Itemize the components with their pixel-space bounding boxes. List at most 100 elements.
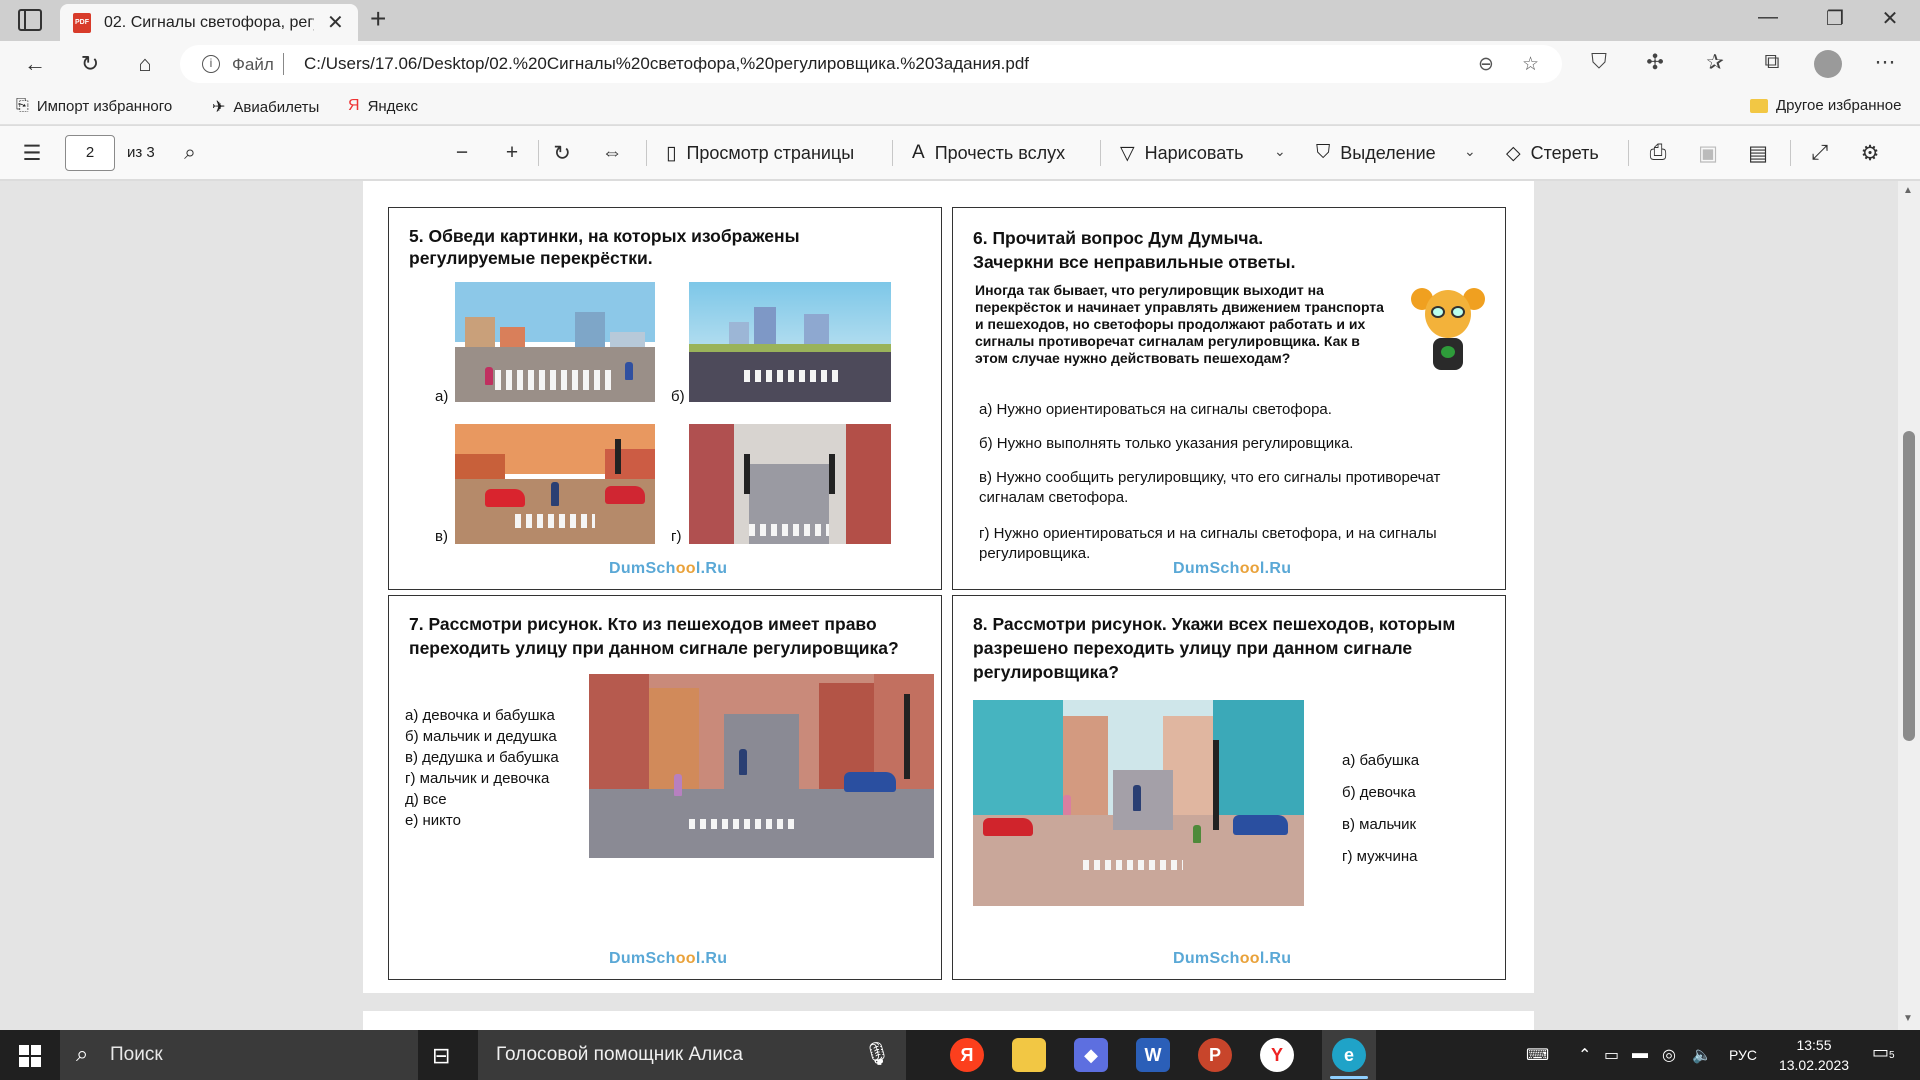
crossroad-illustration-v	[455, 424, 655, 544]
task6-question: Иногда так бывает, что регулировщик выхо…	[975, 282, 1384, 366]
task7-title-line2: переходить улицу при данном сигнале регу…	[409, 638, 899, 658]
draw-button[interactable]: ▽ Нарисовать	[1120, 142, 1244, 165]
toolbar-divider	[1100, 140, 1101, 166]
pen-icon: ▽	[1120, 143, 1135, 164]
profile-avatar[interactable]	[1814, 50, 1842, 78]
favorite-label: Авиабилеты	[233, 98, 320, 116]
read-aloud-button[interactable]: A Прочесть вслух	[912, 142, 1065, 164]
toolbar-divider	[646, 140, 647, 166]
notifications-icon[interactable]: ▭5	[1872, 1042, 1895, 1063]
clock[interactable]: 13:55 13.02.2023	[1774, 1035, 1854, 1075]
scroll-up-icon[interactable]: ▲	[1903, 185, 1913, 196]
pdf-page: 5. Обведи картинки, на которых изображен…	[363, 181, 1534, 993]
taskbar-search[interactable]: ⌕ Поиск	[60, 1030, 418, 1080]
yandex-browser-icon[interactable]: Я	[950, 1038, 984, 1072]
settings-icon[interactable]: ⚙	[1856, 141, 1884, 166]
save-icon[interactable]: ▣	[1694, 141, 1722, 166]
edge-icon[interactable]: e	[1332, 1038, 1366, 1072]
minimize-button[interactable]: —	[1748, 6, 1788, 29]
bing-chat-icon[interactable]: ◆	[1074, 1038, 1108, 1072]
crossroad-illustration-g	[689, 424, 891, 544]
airplane-icon: ✈	[212, 99, 226, 116]
page-view-icon: ▯	[666, 143, 677, 164]
rotate-icon[interactable]: ↻	[548, 141, 576, 166]
task7-answer: д) все	[405, 791, 447, 808]
start-button[interactable]	[19, 1045, 41, 1067]
file-explorer-icon[interactable]	[1012, 1038, 1046, 1072]
zoom-icon[interactable]: ⊖	[1478, 53, 1494, 76]
restore-button[interactable]: ❐	[1815, 6, 1855, 31]
highlight-button[interactable]: ⛉ Выделение	[1316, 142, 1436, 164]
zoom-in-icon[interactable]: +	[498, 141, 526, 165]
task8-answer: б) девочка	[1342, 784, 1416, 801]
vertical-scrollbar[interactable]: ▲ ▼	[1898, 181, 1920, 1030]
clock-time: 13:55	[1796, 1037, 1832, 1053]
task-view-icon[interactable]: ⊟	[432, 1043, 450, 1069]
favorite-import[interactable]: ⎘ Импорт избранного	[16, 97, 172, 115]
task8-answer: г) мужчина	[1342, 848, 1418, 865]
favorite-aviabilety[interactable]: ✈ Авиабилеты	[212, 97, 319, 117]
tab-active[interactable]: PDF 02. Сигналы светофора, регулир ✕	[60, 4, 358, 41]
refresh-button[interactable]: ↻	[75, 51, 105, 77]
page-number-input[interactable]: 2	[65, 135, 115, 171]
collections-icon[interactable]: ⧉	[1757, 50, 1787, 74]
erase-button[interactable]: ◇ Стереть	[1506, 142, 1599, 165]
close-tab-icon[interactable]: ✕	[327, 10, 344, 35]
word-icon[interactable]: W	[1136, 1038, 1170, 1072]
read-aloud-icon: A	[912, 142, 925, 163]
address-bar[interactable]: i Файл C:/Users/17.06/Desktop/02.%20Сигн…	[180, 45, 1562, 83]
url-text[interactable]: C:/Users/17.06/Desktop/02.%20Сигналы%20с…	[304, 54, 1029, 74]
fit-page-icon[interactable]: ⇔	[598, 141, 626, 165]
volume-icon[interactable]: 🔈	[1692, 1045, 1712, 1065]
keyboard-icon[interactable]: ⌨	[1526, 1045, 1549, 1065]
toolbar-divider	[1628, 140, 1629, 166]
pedestrians-crossing-illustration	[973, 700, 1304, 906]
navigation-bar: ← ↻ ⌂ i Файл C:/Users/17.06/Desktop/02.%…	[0, 41, 1920, 89]
chevron-down-icon[interactable]: ⌄	[1274, 143, 1286, 160]
info-icon[interactable]: i	[202, 55, 220, 73]
back-button[interactable]: ←	[20, 51, 50, 77]
yandex-icon[interactable]: Y	[1260, 1038, 1294, 1072]
new-tab-button[interactable]: +	[370, 4, 386, 34]
scheme-label: Файл	[232, 55, 274, 74]
task8-title-line1: 8. Рассмотри рисунок. Укажи всех пешеход…	[973, 614, 1456, 634]
powerpoint-icon[interactable]: P	[1198, 1038, 1232, 1072]
shield-icon[interactable]: ⛉	[1584, 50, 1614, 74]
task8-answer: в) мальчик	[1342, 816, 1417, 833]
contents-icon[interactable]: ☰	[18, 141, 46, 166]
task6-answer-a: а) Нужно ориентироваться на сигналы свет…	[979, 401, 1332, 418]
task5-cell: 5. Обведи картинки, на которых изображен…	[388, 207, 942, 590]
scroll-down-icon[interactable]: ▼	[1903, 1013, 1913, 1024]
language-indicator[interactable]: РУС	[1729, 1047, 1757, 1063]
task8-title-line3: регулировщика?	[973, 662, 1119, 682]
page-view-button[interactable]: ▯ Просмотр страницы	[666, 142, 854, 165]
add-favorite-icon[interactable]: ☆	[1522, 53, 1539, 76]
device-icon[interactable]: ▭	[1604, 1045, 1619, 1065]
save-as-icon[interactable]: ▤	[1744, 141, 1772, 166]
search-placeholder: Поиск	[110, 1044, 163, 1065]
favorites-icon[interactable]: ✰	[1700, 50, 1730, 75]
more-menu-icon[interactable]: ⋯	[1870, 50, 1900, 75]
search-icon[interactable]: ⌕	[176, 141, 204, 165]
assistant-label: Голосовой помощник Алиса	[496, 1044, 743, 1065]
task8-title-line2: разрешено переходить улицу при данном си…	[973, 638, 1413, 658]
zoom-out-icon[interactable]: −	[448, 141, 476, 165]
chevron-up-icon[interactable]: ⌃	[1578, 1045, 1591, 1065]
network-icon[interactable]: ◎	[1662, 1045, 1676, 1065]
other-favorites[interactable]: Другое избранное	[1750, 97, 1901, 114]
home-button[interactable]: ⌂	[130, 51, 160, 77]
document-viewport[interactable]: 5. Обведи картинки, на которых изображен…	[0, 181, 1898, 1030]
close-window-button[interactable]: ✕	[1870, 6, 1910, 31]
alice-assistant[interactable]: Голосовой помощник Алиса 🎙	[478, 1030, 906, 1080]
print-icon[interactable]: ⎙	[1644, 141, 1672, 165]
tab-actions-icon[interactable]	[18, 9, 42, 31]
tab-title: 02. Сигналы светофора, регулир	[104, 14, 314, 31]
fullscreen-icon[interactable]: ⤢	[1806, 141, 1834, 165]
microphone-icon[interactable]: 🎙	[863, 1041, 891, 1067]
favorite-yandex[interactable]: Я Яндекс	[348, 97, 418, 115]
dumschool-logo: DumSchool.Ru	[1173, 950, 1292, 967]
battery-icon[interactable]: ▬	[1632, 1045, 1648, 1063]
scrollbar-thumb[interactable]	[1903, 431, 1915, 741]
chevron-down-icon[interactable]: ⌄	[1464, 143, 1476, 160]
extensions-icon[interactable]: ✣	[1640, 50, 1670, 75]
